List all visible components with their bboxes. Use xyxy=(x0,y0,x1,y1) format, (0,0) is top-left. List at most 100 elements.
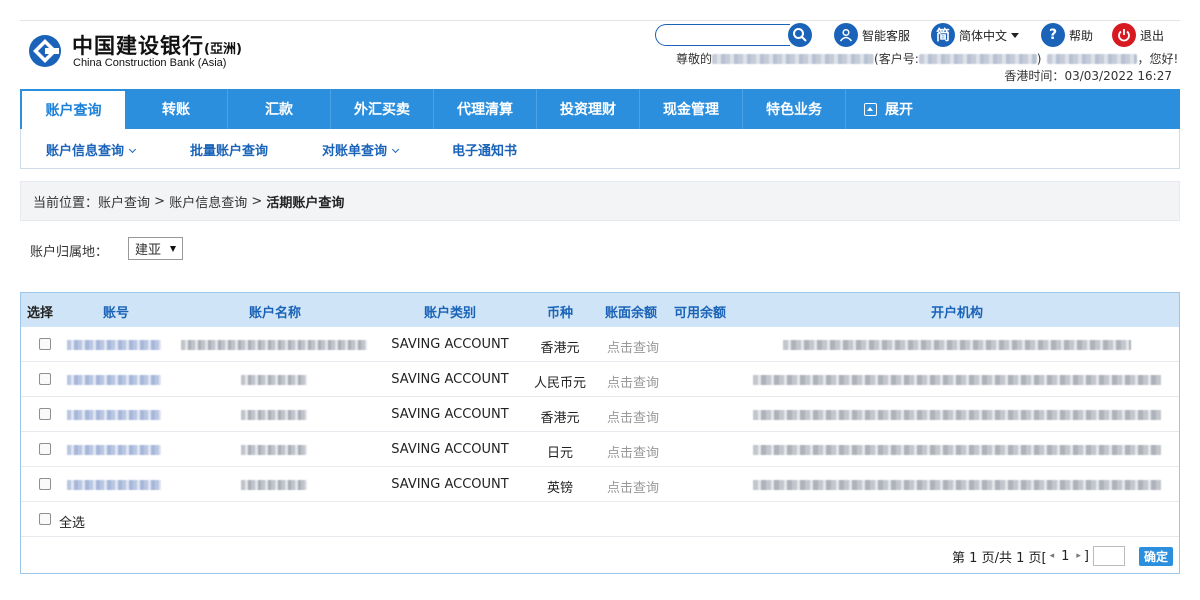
next-page-icon[interactable]: ▸ xyxy=(1076,551,1081,561)
caret-down-icon xyxy=(170,246,176,252)
account-type: SAVING ACCOUNT xyxy=(391,477,509,492)
search-button[interactable] xyxy=(788,23,812,47)
account-name-redacted xyxy=(241,375,307,385)
column-header-available-balance: 可用余额 xyxy=(673,306,727,321)
subnav-item-account-info[interactable]: 账户信息查询 xyxy=(46,140,137,159)
nav-item-transfer[interactable]: 转账 xyxy=(125,89,228,129)
customer-no-redacted xyxy=(918,53,1037,64)
account-location-value: 建亚 xyxy=(135,243,162,258)
breadcrumb-prefix: 当前位置： xyxy=(33,195,99,211)
chevron-down-icon xyxy=(128,145,137,154)
account-no-redacted[interactable] xyxy=(67,480,161,490)
row-checkbox[interactable] xyxy=(39,443,51,455)
smart-service-label: 智能客服 xyxy=(862,28,911,43)
account-name-redacted xyxy=(241,410,307,420)
help-button[interactable]: ? 帮助 xyxy=(1041,23,1093,47)
greeting-prefix: 尊敬的 xyxy=(676,52,713,66)
currency: 英镑 xyxy=(546,481,574,496)
chevron-down-icon xyxy=(391,145,400,154)
brand-name-suffix: (亞洲) xyxy=(204,42,242,57)
pagination-suffix: ] xyxy=(1083,548,1089,564)
select-all-row: 全选 xyxy=(21,503,1179,537)
currency: 香港元 xyxy=(540,341,580,356)
select-all-label: 全选 xyxy=(59,516,86,531)
language-label: 简体中文 xyxy=(959,28,1008,43)
ccb-logo-icon[interactable] xyxy=(28,34,62,68)
subnav-item-batch-inquiry[interactable]: 批量账户查询 xyxy=(190,140,268,159)
branch-redacted xyxy=(753,480,1161,490)
subnav-item-statement[interactable]: 对账单查询 xyxy=(322,140,400,159)
account-type: SAVING ACCOUNT xyxy=(391,372,509,387)
column-header-account-type: 账户类别 xyxy=(423,306,477,321)
account-no-redacted[interactable] xyxy=(67,445,161,455)
select-all-checkbox[interactable] xyxy=(39,513,51,525)
account-type: SAVING ACCOUNT xyxy=(391,442,509,457)
breadcrumb-item[interactable]: 账户信息查询 xyxy=(169,192,247,211)
brand-name-en: China Construction Bank (Asia) xyxy=(73,57,227,69)
nav-item-clearing[interactable]: 代理清算 xyxy=(434,89,537,129)
account-no-redacted[interactable] xyxy=(67,340,161,350)
book-balance-query-link[interactable]: 点击查询 xyxy=(607,477,659,496)
logout-button[interactable]: 退出 xyxy=(1112,23,1164,47)
book-balance-query-link[interactable]: 点击查询 xyxy=(607,407,659,426)
subnav-item-e-notice[interactable]: 电子通知书 xyxy=(452,140,517,159)
book-balance-query-link[interactable]: 点击查询 xyxy=(607,372,659,391)
row-checkbox[interactable] xyxy=(39,408,51,420)
hk-time: 香港时间：03/03/2022 16:27 xyxy=(1004,67,1172,84)
greeting: 尊敬的 (客户号: ) ，您好! xyxy=(676,50,1178,67)
column-header-book-balance: 账面余额 xyxy=(604,306,658,321)
nav-item-account-inquiry[interactable]: 账户查询 xyxy=(22,91,125,129)
prev-page-icon[interactable]: ◂ xyxy=(1050,551,1055,561)
time-label: 香港时间： xyxy=(1004,69,1065,83)
nav-item-special[interactable]: 特色业务 xyxy=(743,89,846,129)
search-icon xyxy=(793,28,807,42)
customer-no-prefix: (客户号: xyxy=(874,52,919,66)
row-checkbox[interactable] xyxy=(39,478,51,490)
account-name-redacted xyxy=(241,445,307,455)
account-no-redacted[interactable] xyxy=(67,375,161,385)
greeting-suffix: ，您好! xyxy=(1137,52,1179,66)
row-checkbox[interactable] xyxy=(39,373,51,385)
row-checkbox[interactable] xyxy=(39,338,51,350)
language-selector[interactable]: 简 简体中文 xyxy=(931,23,1020,47)
nav-item-expand[interactable]: 展开 xyxy=(846,89,949,129)
nav-item-fx[interactable]: 外汇买卖 xyxy=(331,89,434,129)
customer-name-redacted xyxy=(712,53,875,64)
account-location-select[interactable]: 建亚 xyxy=(128,237,183,260)
account-location-label: 账户归属地： xyxy=(30,245,109,260)
page-jump-input[interactable] xyxy=(1092,546,1125,566)
accounts-table: 选择 账号 账户名称 账户类别 币种 账面余额 可用余额 开户机构 SAVING… xyxy=(20,292,1180,574)
column-header-account-name: 账户名称 xyxy=(248,306,302,321)
nav-item-remittance[interactable]: 汇款 xyxy=(228,89,331,129)
currency: 日元 xyxy=(546,446,574,461)
table-row: SAVING ACCOUNT 香港元 点击查询 xyxy=(21,397,1179,432)
simplified-chinese-icon: 简 xyxy=(931,23,955,47)
account-name-redacted xyxy=(181,340,367,350)
account-name-redacted xyxy=(241,480,307,490)
customer-title-redacted xyxy=(1047,53,1138,64)
account-no-redacted[interactable] xyxy=(67,410,161,420)
breadcrumb-separator: > xyxy=(150,193,170,209)
breadcrumb-current: 活期账户查询 xyxy=(266,195,345,211)
table-row: SAVING ACCOUNT 香港元 点击查询 xyxy=(21,327,1179,362)
user-icon xyxy=(834,23,858,47)
page-confirm-button[interactable]: 确定 xyxy=(1138,546,1173,566)
column-header-branch: 开户机构 xyxy=(930,306,984,321)
book-balance-query-link[interactable]: 点击查询 xyxy=(607,442,659,461)
search-input[interactable] xyxy=(655,24,790,46)
help-label: 帮助 xyxy=(1069,28,1094,43)
nav-item-investment[interactable]: 投资理财 xyxy=(537,89,640,129)
branch-redacted xyxy=(783,340,1131,350)
sub-nav: 账户信息查询 批量账户查询 对账单查询 电子通知书 xyxy=(20,129,1180,169)
breadcrumb-item[interactable]: 账户查询 xyxy=(98,192,150,211)
branch-redacted xyxy=(753,410,1161,420)
page-number[interactable]: 1 xyxy=(1061,549,1069,564)
column-header-currency: 币种 xyxy=(546,306,574,321)
branch-redacted xyxy=(753,445,1161,455)
smart-service-button[interactable]: 智能客服 xyxy=(834,23,910,47)
nav-item-cash-management[interactable]: 现金管理 xyxy=(640,89,743,129)
caret-down-icon xyxy=(1011,32,1020,38)
table-row: SAVING ACCOUNT 英镑 点击查询 xyxy=(21,467,1179,502)
time-value: 03/03/2022 16:27 xyxy=(1064,69,1172,83)
book-balance-query-link[interactable]: 点击查询 xyxy=(607,337,659,356)
